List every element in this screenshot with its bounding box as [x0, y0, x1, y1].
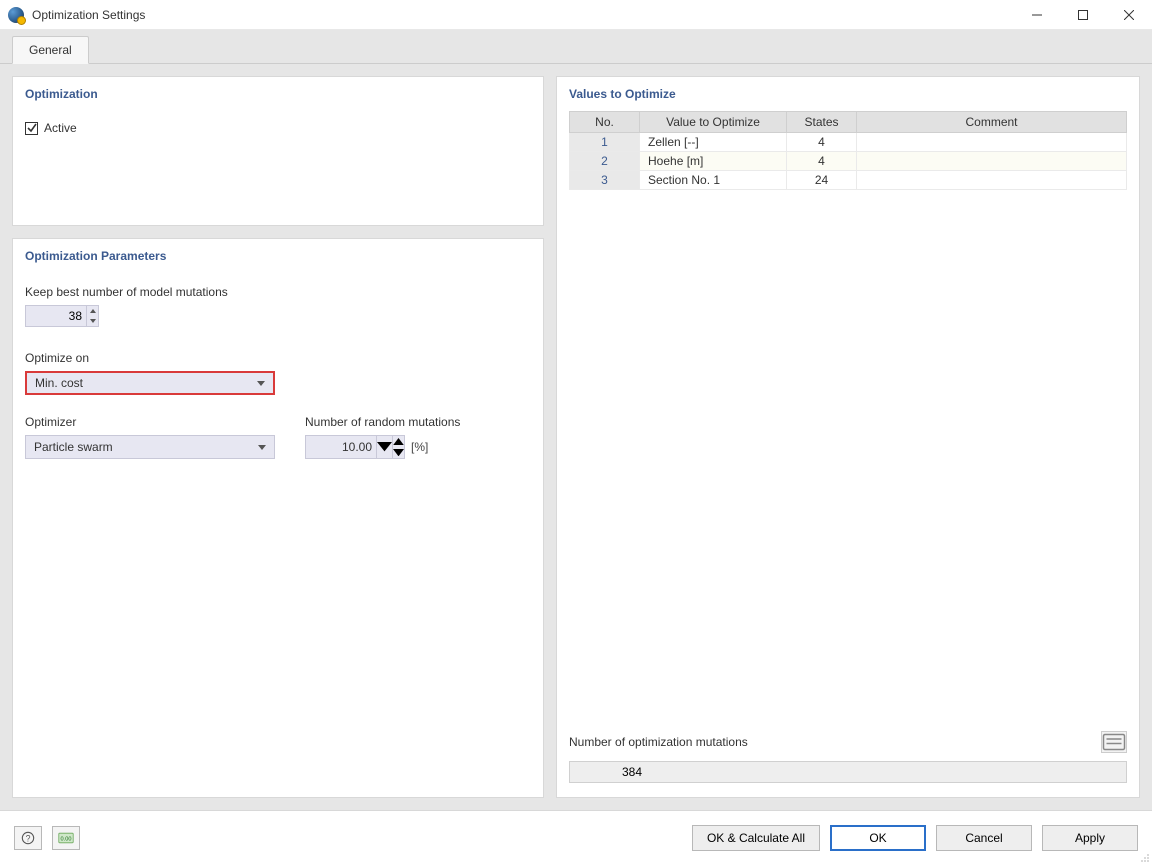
dialog-body: Optimization Active Optimization Paramet… — [0, 64, 1152, 810]
values-table: No. Value to Optimize States Comment 1Ze… — [569, 111, 1127, 190]
cell-states: 4 — [787, 133, 857, 152]
values-panel-title: Values to Optimize — [557, 77, 1139, 105]
optimizer-value: Particle swarm — [34, 440, 254, 454]
table-header-row: No. Value to Optimize States Comment — [570, 112, 1127, 133]
cell-value: Section No. 1 — [640, 171, 787, 190]
ok-calculate-button[interactable]: OK & Calculate All — [692, 825, 820, 851]
cell-no: 1 — [570, 133, 640, 152]
parameters-panel: Optimization Parameters Keep best number… — [12, 238, 544, 798]
chevron-down-icon — [253, 381, 269, 386]
close-button[interactable] — [1106, 0, 1152, 30]
check-icon — [25, 122, 38, 135]
col-states: States — [787, 112, 857, 133]
values-panel: Values to Optimize No. Value to Optimize… — [556, 76, 1140, 798]
table-row[interactable]: 1Zellen [--]4 — [570, 133, 1127, 152]
units-button[interactable]: 0.00 — [52, 826, 80, 850]
active-checkbox[interactable]: Active — [25, 121, 77, 135]
optimize-on-dropdown[interactable]: Min. cost — [25, 371, 275, 395]
resize-grip-icon[interactable] — [1140, 852, 1150, 862]
stepper-down-icon[interactable] — [87, 316, 98, 326]
cell-states: 4 — [787, 152, 857, 171]
random-mutation-value: 10.00 — [306, 440, 376, 454]
details-icon[interactable] — [1101, 731, 1127, 753]
table-row[interactable]: 2Hoehe [m]4 — [570, 152, 1127, 171]
total-mutations-display — [569, 761, 1127, 783]
chevron-down-icon[interactable] — [376, 436, 392, 458]
cancel-button[interactable]: Cancel — [936, 825, 1032, 851]
chevron-down-icon — [254, 445, 270, 450]
parameters-panel-title: Optimization Parameters — [13, 239, 543, 267]
random-mutation-label: Number of random mutations — [305, 415, 460, 429]
cell-comment — [857, 133, 1127, 152]
cell-comment — [857, 152, 1127, 171]
tab-general[interactable]: General — [12, 36, 89, 64]
cell-value: Hoehe [m] — [640, 152, 787, 171]
keep-best-spinner[interactable] — [25, 305, 99, 327]
stepper-up-icon[interactable] — [87, 306, 98, 316]
window-title: Optimization Settings — [32, 8, 145, 22]
optimize-on-value: Min. cost — [35, 376, 253, 390]
table-row[interactable]: 3Section No. 124 — [570, 171, 1127, 190]
active-label: Active — [44, 121, 77, 135]
col-comment: Comment — [857, 112, 1127, 133]
cell-no: 2 — [570, 152, 640, 171]
total-mutations-value — [570, 762, 646, 782]
optimization-panel: Optimization Active — [12, 76, 544, 226]
stepper-down-icon[interactable] — [393, 447, 404, 458]
keep-best-label: Keep best number of model mutations — [25, 285, 531, 299]
cell-value: Zellen [--] — [640, 133, 787, 152]
apply-button[interactable]: Apply — [1042, 825, 1138, 851]
app-icon — [8, 7, 24, 23]
cell-states: 24 — [787, 171, 857, 190]
random-mutation-input[interactable]: 10.00 — [305, 435, 405, 459]
minimize-button[interactable] — [1014, 0, 1060, 30]
help-button[interactable]: ? — [14, 826, 42, 850]
stepper-up-icon[interactable] — [393, 436, 404, 447]
optimization-panel-title: Optimization — [13, 77, 543, 105]
keep-best-input[interactable] — [26, 306, 86, 326]
cell-no: 3 — [570, 171, 640, 190]
total-mutations-label: Number of optimization mutations — [569, 735, 748, 749]
optimizer-label: Optimizer — [25, 415, 275, 429]
window-controls — [1014, 0, 1152, 30]
svg-text:?: ? — [26, 833, 31, 843]
ok-button[interactable]: OK — [830, 825, 926, 851]
col-value: Value to Optimize — [640, 112, 787, 133]
cell-comment — [857, 171, 1127, 190]
maximize-button[interactable] — [1060, 0, 1106, 30]
titlebar: Optimization Settings — [0, 0, 1152, 30]
optimize-on-label: Optimize on — [25, 351, 531, 365]
tab-strip: General — [0, 30, 1152, 64]
random-mutation-unit: [%] — [411, 440, 428, 454]
svg-text:0.00: 0.00 — [61, 836, 72, 842]
optimizer-dropdown[interactable]: Particle swarm — [25, 435, 275, 459]
dialog-footer: ? 0.00 OK & Calculate All OK Cancel Appl… — [0, 810, 1152, 864]
col-no: No. — [570, 112, 640, 133]
